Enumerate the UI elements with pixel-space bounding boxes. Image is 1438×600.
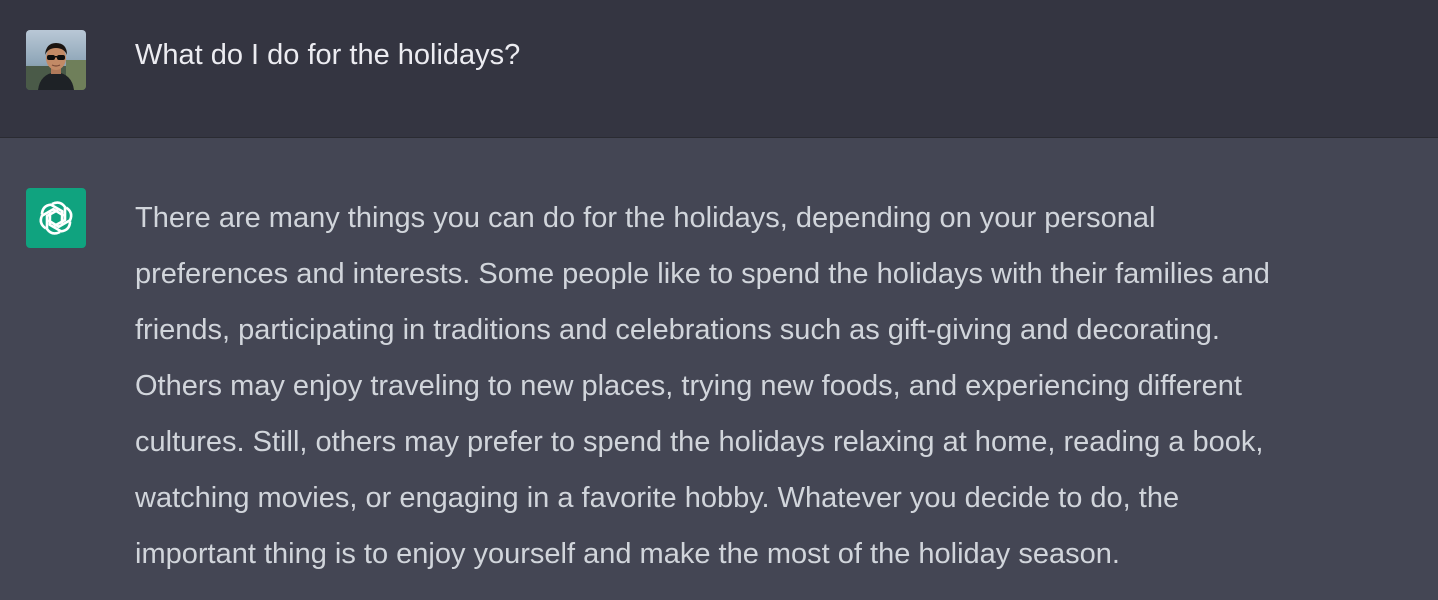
- assistant-message-line: important thing is to enjoy yourself and…: [135, 538, 1120, 570]
- openai-logo-icon: [39, 201, 73, 235]
- assistant-message-line: friends, participating in traditions and…: [135, 314, 1220, 346]
- user-message-row: What do I do for the holidays?: [0, 0, 1438, 138]
- assistant-message-line: Others may enjoy traveling to new places…: [135, 370, 1242, 402]
- user-avatar: [26, 30, 86, 90]
- user-message-text: What do I do for the holidays?: [135, 39, 521, 71]
- assistant-message-line: There are many things you can do for the…: [135, 202, 1156, 234]
- assistant-message-line: preferences and interests. Some people l…: [135, 258, 1270, 290]
- assistant-message-line: cultures. Still, others may prefer to sp…: [135, 426, 1264, 458]
- assistant-message-row: There are many things you can do for the…: [0, 138, 1438, 600]
- user-photo-icon: [26, 30, 86, 90]
- assistant-message-line: watching movies, or engaging in a favori…: [135, 482, 1180, 514]
- assistant-message-text: There are many things you can do for the…: [135, 190, 1420, 582]
- chat-conversation: What do I do for the holidays? There are: [0, 0, 1438, 600]
- assistant-avatar: [26, 188, 86, 248]
